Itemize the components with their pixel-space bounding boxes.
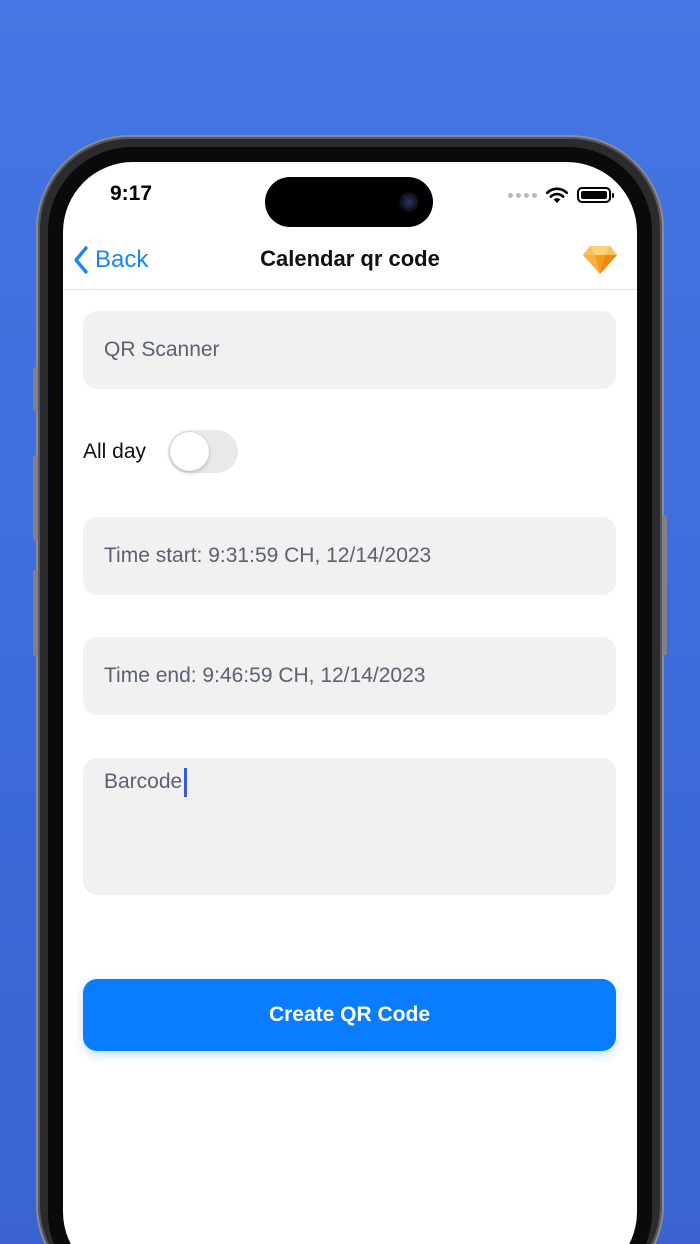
app-screen: 9:17 Back Calendar qr code QR Scanner Al… [63,162,637,1244]
time-start-field[interactable]: Time start: 9:31:59 CH, 12/14/2023 [83,517,616,595]
camera-icon [399,192,419,212]
status-time: 9:17 [110,182,153,205]
volume-up-button [33,455,38,541]
create-button-label: Create QR Code [268,1003,431,1026]
all-day-label: All day [83,439,147,463]
notes-textarea[interactable]: Barcode [83,758,616,895]
volume-down-button [33,570,38,656]
cellular-signal-icon [508,192,537,198]
notes-value: Barcode [104,770,183,794]
page-title: Calendar qr code [260,246,440,271]
status-indicators [508,186,614,204]
title-field-value: QR Scanner [104,338,220,361]
text-caret [184,768,188,797]
create-qr-code-button[interactable]: Create QR Code [83,979,616,1051]
action-button [33,367,38,411]
title-field[interactable]: QR Scanner [83,311,616,389]
time-end-field[interactable]: Time end: 9:46:59 CH, 12/14/2023 [83,637,616,715]
power-button [662,515,667,655]
all-day-toggle[interactable] [168,430,239,473]
all-day-row: All day [83,430,239,473]
dynamic-island [265,177,433,227]
wifi-icon [545,187,569,203]
time-start-value: Time start: 9:31:59 CH, 12/14/2023 [104,544,432,567]
navigation-bar: Back Calendar qr code [63,232,637,290]
time-end-value: Time end: 9:46:59 CH, 12/14/2023 [104,664,426,687]
toggle-knob [170,432,210,471]
diamond-icon[interactable] [581,240,619,278]
battery-icon [577,187,614,203]
